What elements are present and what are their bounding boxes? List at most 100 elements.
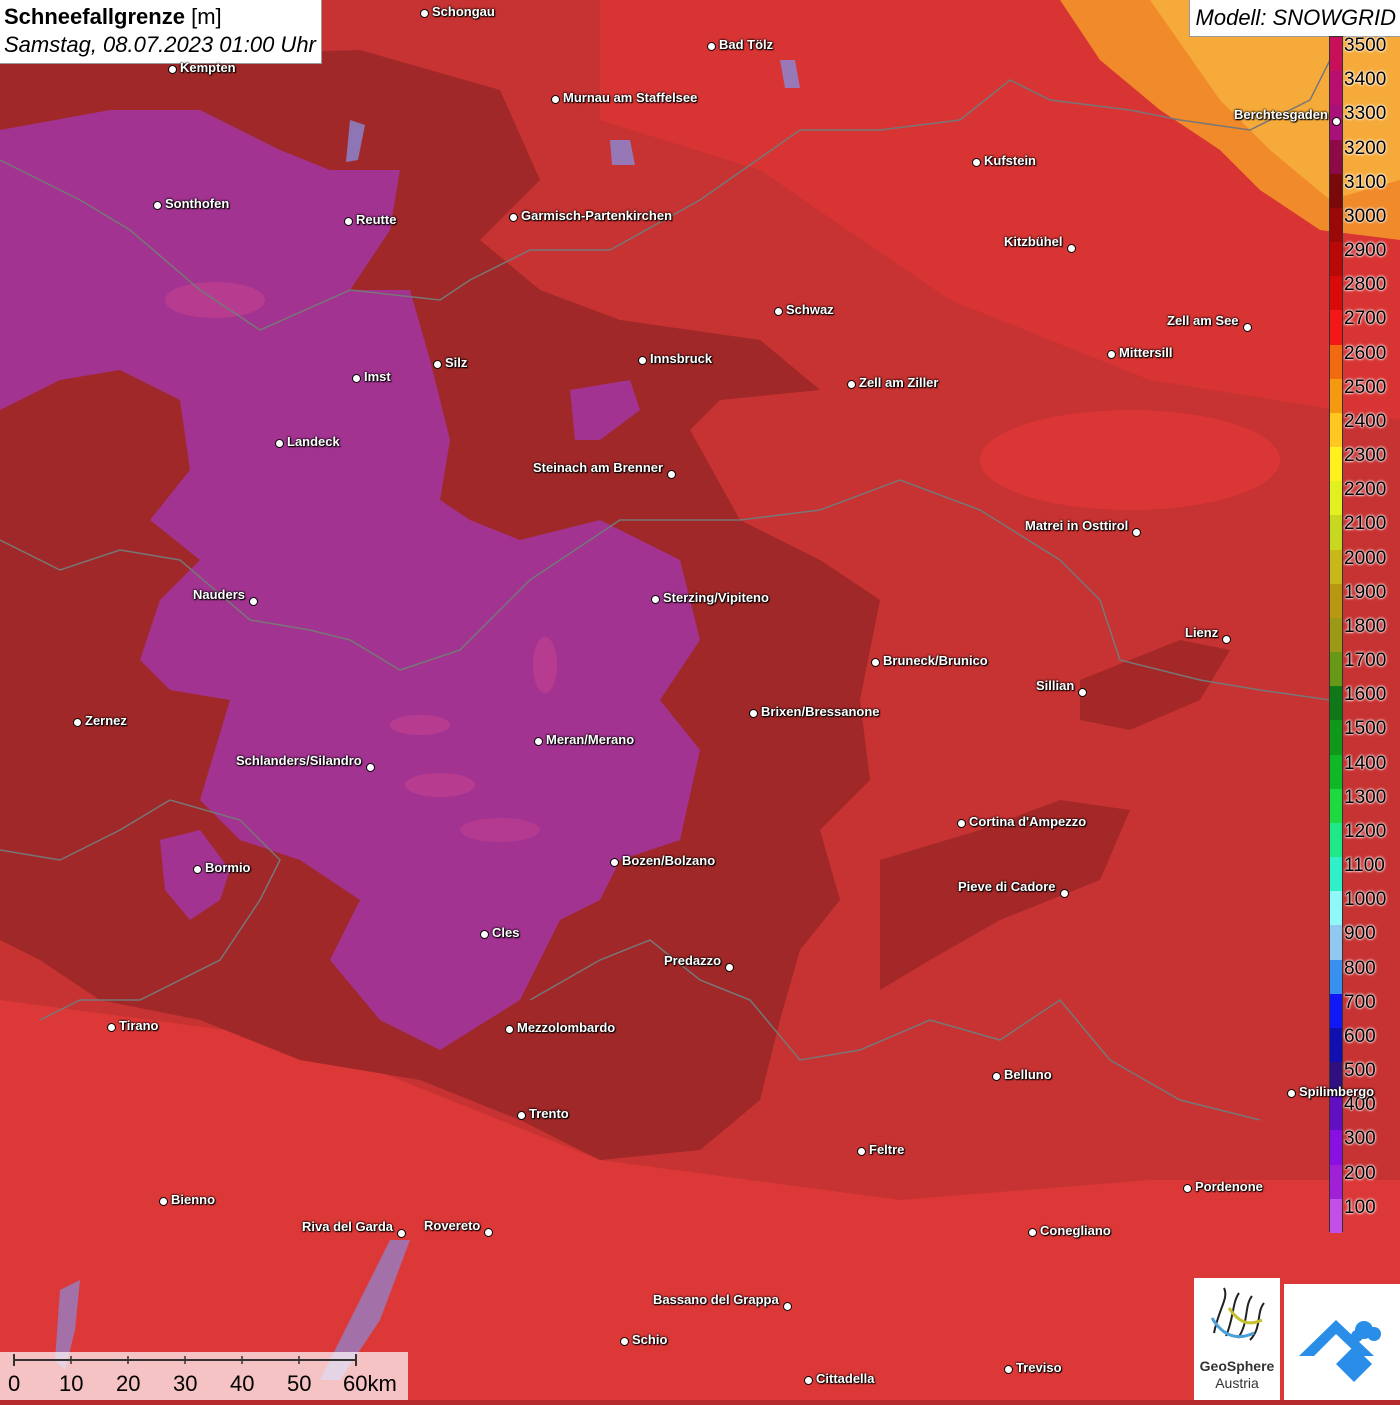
city-marker[interactable] xyxy=(480,930,489,939)
city-label[interactable]: Bozen/Bolzano xyxy=(622,854,715,868)
city-marker[interactable] xyxy=(1222,635,1231,644)
city-label[interactable]: Lienz xyxy=(1185,626,1218,640)
city-marker[interactable] xyxy=(1183,1184,1192,1193)
city-label[interactable]: Tirano xyxy=(119,1019,159,1033)
city-label[interactable]: Bad Tölz xyxy=(719,38,773,52)
city-label[interactable]: Conegliano xyxy=(1040,1224,1111,1238)
city-marker[interactable] xyxy=(168,65,177,74)
city-marker[interactable] xyxy=(610,858,619,867)
city-label[interactable]: Imst xyxy=(364,370,391,384)
city-label[interactable]: Murnau am Staffelsee xyxy=(563,91,697,105)
city-marker[interactable] xyxy=(551,95,560,104)
city-label[interactable]: Sterzing/Vipiteno xyxy=(663,591,769,605)
geosphere-logo[interactable]: GeoSphere Austria xyxy=(1194,1278,1280,1400)
city-marker[interactable] xyxy=(871,658,880,667)
city-marker[interactable] xyxy=(517,1111,526,1120)
city-marker[interactable] xyxy=(972,158,981,167)
city-label[interactable]: Cortina d'Ampezzo xyxy=(969,815,1086,829)
city-marker[interactable] xyxy=(366,763,375,772)
city-label[interactable]: Bormio xyxy=(205,861,251,875)
city-label[interactable]: Matrei in Osttirol xyxy=(1025,519,1128,533)
city-label[interactable]: Bassano del Grappa xyxy=(653,1293,779,1307)
city-label[interactable]: Zernez xyxy=(85,714,127,728)
city-marker[interactable] xyxy=(1107,350,1116,359)
city-marker[interactable] xyxy=(992,1072,1001,1081)
city-label[interactable]: Sonthofen xyxy=(165,197,229,211)
city-label[interactable]: Riva del Garda xyxy=(302,1220,393,1234)
city-marker[interactable] xyxy=(749,709,758,718)
city-marker[interactable] xyxy=(667,470,676,479)
city-label[interactable]: Spilimbergo xyxy=(1299,1085,1374,1099)
city-label[interactable]: Schongau xyxy=(432,5,495,19)
city-label[interactable]: Meran/Merano xyxy=(546,733,634,747)
city-label[interactable]: Silz xyxy=(445,356,467,370)
city-marker[interactable] xyxy=(783,1302,792,1311)
city-label[interactable]: Kufstein xyxy=(984,154,1036,168)
city-label[interactable]: Bruneck/Brunico xyxy=(883,654,988,668)
city-label[interactable]: Brixen/Bressanone xyxy=(761,705,880,719)
city-label[interactable]: Garmisch-Partenkirchen xyxy=(521,209,672,223)
city-marker[interactable] xyxy=(1028,1228,1037,1237)
city-label[interactable]: Pordenone xyxy=(1195,1180,1263,1194)
city-label[interactable]: Rovereto xyxy=(424,1219,480,1233)
city-marker[interactable] xyxy=(275,439,284,448)
city-marker[interactable] xyxy=(857,1147,866,1156)
city-marker[interactable] xyxy=(433,360,442,369)
city-marker[interactable] xyxy=(420,9,429,18)
city-marker[interactable] xyxy=(1243,323,1252,332)
city-marker[interactable] xyxy=(774,307,783,316)
city-label[interactable]: Mittersill xyxy=(1119,346,1172,360)
city-label[interactable]: Steinach am Brenner xyxy=(533,461,663,475)
city-label[interactable]: Berchtesgaden xyxy=(1234,108,1328,122)
city-label[interactable]: Landeck xyxy=(287,435,340,449)
city-marker[interactable] xyxy=(193,865,202,874)
city-marker[interactable] xyxy=(107,1023,116,1032)
city-marker[interactable] xyxy=(847,380,856,389)
city-marker[interactable] xyxy=(707,42,716,51)
city-marker[interactable] xyxy=(1078,688,1087,697)
city-marker[interactable] xyxy=(638,356,647,365)
city-marker[interactable] xyxy=(804,1376,813,1385)
city-marker[interactable] xyxy=(509,213,518,222)
city-marker[interactable] xyxy=(1060,889,1069,898)
city-marker[interactable] xyxy=(651,595,660,604)
city-marker[interactable] xyxy=(153,201,162,210)
city-label[interactable]: Reutte xyxy=(356,213,396,227)
city-marker[interactable] xyxy=(620,1337,629,1346)
city-label[interactable]: Predazzo xyxy=(664,954,721,968)
city-label[interactable]: Schio xyxy=(632,1333,667,1347)
city-label[interactable]: Feltre xyxy=(869,1143,904,1157)
city-label[interactable]: Kitzbühel xyxy=(1004,235,1063,249)
city-marker[interactable] xyxy=(957,819,966,828)
city-marker[interactable] xyxy=(505,1025,514,1034)
city-label[interactable]: Schwaz xyxy=(786,303,834,317)
city-marker[interactable] xyxy=(73,718,82,727)
city-marker[interactable] xyxy=(249,597,258,606)
city-label[interactable]: Trento xyxy=(529,1107,569,1121)
city-marker[interactable] xyxy=(725,963,734,972)
city-label[interactable]: Nauders xyxy=(193,588,245,602)
city-label[interactable]: Cles xyxy=(492,926,519,940)
city-label[interactable]: Kempten xyxy=(180,61,236,75)
city-marker[interactable] xyxy=(397,1229,406,1238)
city-marker[interactable] xyxy=(484,1228,493,1237)
city-marker[interactable] xyxy=(1067,244,1076,253)
city-label[interactable]: Zell am See xyxy=(1167,314,1239,328)
city-marker[interactable] xyxy=(1287,1089,1296,1098)
city-marker[interactable] xyxy=(352,374,361,383)
city-label[interactable]: Schlanders/Silandro xyxy=(236,754,362,768)
city-label[interactable]: Zell am Ziller xyxy=(859,376,938,390)
city-marker[interactable] xyxy=(534,737,543,746)
city-label[interactable]: Belluno xyxy=(1004,1068,1052,1082)
city-label[interactable]: Cittadella xyxy=(816,1372,875,1386)
city-label[interactable]: Innsbruck xyxy=(650,352,712,366)
city-label[interactable]: Mezzolombardo xyxy=(517,1021,615,1035)
city-label[interactable]: Sillian xyxy=(1036,679,1074,693)
city-label[interactable]: Bienno xyxy=(171,1193,215,1207)
city-label[interactable]: Pieve di Cadore xyxy=(958,880,1056,894)
city-marker[interactable] xyxy=(1004,1365,1013,1374)
snowgrid-logo[interactable] xyxy=(1284,1284,1400,1400)
city-marker[interactable] xyxy=(159,1197,168,1206)
city-label[interactable]: Treviso xyxy=(1016,1361,1062,1375)
city-marker[interactable] xyxy=(1332,117,1341,126)
